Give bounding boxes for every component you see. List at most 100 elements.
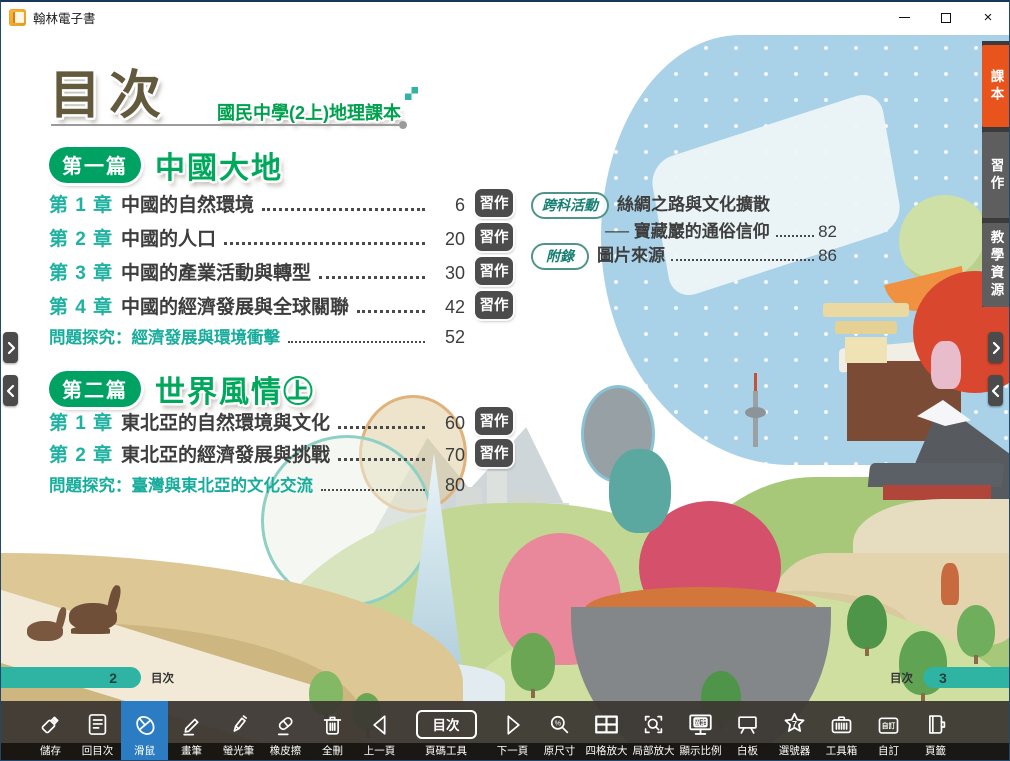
pen-tool-button[interactable]: 畫筆 <box>168 701 215 760</box>
tree-icon <box>957 605 995 657</box>
dot-leader <box>224 242 425 245</box>
flip-prev-button-right[interactable] <box>988 375 1003 406</box>
minimize-button[interactable] <box>883 2 925 33</box>
explore-title: 問題探究：經濟發展與環境衝擊 <box>49 324 280 348</box>
page-label-left: 目次 <box>151 670 174 686</box>
flip-next-button-right[interactable] <box>988 332 1003 363</box>
appendix-badge: 附錄 <box>531 243 589 270</box>
toc-row[interactable]: 第 3 章 中國的產業活動與轉型 30 <box>49 258 465 285</box>
tab-textbook[interactable]: 課本 <box>982 45 1009 127</box>
chapter-title: 中國的自然環境 <box>121 190 254 217</box>
delete-all-button[interactable]: 全刪 <box>309 701 356 760</box>
chapter-number: 第 2 章 <box>49 440 121 467</box>
display-ratio-button[interactable]: 固定 顯示比例 <box>677 701 724 760</box>
explore-title: 問題探究：臺灣與東北亞的文化交流 <box>49 472 313 496</box>
region-zoom-button[interactable]: 局部放大 <box>630 701 677 760</box>
prev-page-button[interactable]: 上一頁 <box>356 701 403 760</box>
page-number: 60 <box>431 413 465 434</box>
illu-kimono-figure <box>931 341 961 389</box>
toc-row-explore[interactable]: 問題探究：經濟發展與環境衝擊 52 <box>49 324 465 348</box>
workbook-badge[interactable]: 習作 <box>475 223 513 251</box>
chapter-title: 東北亞的經濟發展與挑戰 <box>121 440 330 467</box>
page-tab-button[interactable]: 頁籤 <box>912 701 959 760</box>
current-page-button[interactable]: 目次 <box>416 710 477 739</box>
chevron-right-icon <box>6 341 16 355</box>
page-number: 30 <box>431 263 465 284</box>
custom-box-icon: 自訂 <box>875 705 902 744</box>
extra-title: 圖片來源 <box>597 241 665 266</box>
toc-list-icon <box>84 705 111 744</box>
pencil-icon <box>178 705 205 744</box>
chapter-number: 第 2 章 <box>49 224 121 251</box>
minimize-icon <box>899 17 910 18</box>
section-2-badge: 第二篇 <box>49 371 141 407</box>
illu-hiker <box>941 563 959 605</box>
close-icon: × <box>984 10 993 25</box>
chevron-right-icon <box>991 341 1001 355</box>
section-1-badge: 第一篇 <box>49 147 141 183</box>
toc-row[interactable]: 第 2 章 中國的人口 20 <box>49 224 465 251</box>
page-number-tool-button[interactable]: 目次 頁碼工具 <box>403 701 489 760</box>
chapter-number: 第 1 章 <box>49 408 121 435</box>
toc-row-explore[interactable]: 問題探究：臺灣與東北亞的文化交流 80 <box>49 472 465 496</box>
chapter-number: 第 1 章 <box>49 190 121 217</box>
page-number: 86 <box>818 246 837 266</box>
whiteboard-button[interactable]: 白板 <box>724 701 771 760</box>
flip-prev-button-left[interactable] <box>3 375 18 406</box>
page-number: 20 <box>431 229 465 250</box>
toc-row[interactable]: 第 1 章 東北亞的自然環境與文化 60 <box>49 408 465 435</box>
tree-icon <box>511 633 555 691</box>
toolbox-button[interactable]: 工具箱 <box>818 701 865 760</box>
workbook-badge[interactable]: 習作 <box>475 407 513 435</box>
app-window: 翰林電子書 × <box>0 0 1010 761</box>
illu-seoul-tower-disc <box>745 407 766 418</box>
dot-leader <box>671 259 814 261</box>
workbook-badge[interactable]: 習作 <box>475 291 513 319</box>
back-to-toc-button[interactable]: 回目次 <box>74 701 121 760</box>
cross-activity-badge: 跨科活動 <box>531 192 609 219</box>
extra-row-cross-activity-line2[interactable]: ── 寶藏巖的通俗信仰 82 <box>605 217 837 242</box>
tab-workbook[interactable]: 習作 <box>982 132 1009 218</box>
toc-row[interactable]: 第 2 章 東北亞的經濟發展與挑戰 70 <box>49 440 465 467</box>
chapter-number: 第 4 章 <box>49 292 121 319</box>
maximize-button[interactable] <box>925 2 967 33</box>
maximize-icon <box>941 13 951 23</box>
dot-leader <box>357 310 425 313</box>
highlighter-tool-button[interactable]: 螢光筆 <box>215 701 262 760</box>
original-size-button[interactable]: % 原尺寸 <box>536 701 583 760</box>
svg-text:自訂: 自訂 <box>882 721 896 730</box>
illu-kimchi-figure-teal <box>609 449 671 533</box>
triangle-right-icon <box>499 705 527 744</box>
eraser-tool-button[interactable]: 橡皮擦 <box>262 701 309 760</box>
dot-leader <box>319 276 425 279</box>
titlebar: 翰林電子書 × <box>1 2 1009 33</box>
workbook-badge[interactable]: 習作 <box>475 189 513 217</box>
next-page-button[interactable]: 下一頁 <box>489 701 536 760</box>
close-button[interactable]: × <box>967 2 1009 33</box>
title-divider <box>51 124 399 126</box>
four-grid-zoom-button[interactable]: 四格放大 <box>583 701 630 760</box>
ebook-page: 目次 國民中學(2上)地理課本 第一篇 中國大地 第 1 章 中國的自然環境 6… <box>1 35 1009 760</box>
custom-button[interactable]: 自訂 自訂 <box>865 701 912 760</box>
section-1-name: 中國大地 <box>155 143 283 187</box>
extra-row-appendix[interactable]: 附錄 圖片來源 86 <box>531 241 837 270</box>
workbook-badge[interactable]: 習作 <box>475 257 513 285</box>
page-number-pill-left: 2 <box>1 667 141 688</box>
chapter-title: 中國的人口 <box>121 224 216 251</box>
page-number-pill-right: 3 <box>923 667 1009 688</box>
mouse-tool-button[interactable]: 滑鼠 <box>121 701 168 760</box>
illu-seoul-tower-antenna <box>754 373 757 393</box>
extra-subtitle: ── 寶藏巖的通俗信仰 <box>605 217 770 242</box>
dot-leader <box>288 341 425 343</box>
extra-row-cross-activity[interactable]: 跨科活動 絲綢之路與文化擴散 <box>531 190 770 219</box>
toc-row[interactable]: 第 1 章 中國的自然環境 6 <box>49 190 465 217</box>
number-picker-button[interactable]: 7 選號器 <box>771 701 818 760</box>
toc-row[interactable]: 第 4 章 中國的經濟發展與全球關聯 42 <box>49 292 465 319</box>
workbook-badge[interactable]: 習作 <box>475 439 513 467</box>
page-number: 80 <box>431 475 465 496</box>
flip-next-button-left[interactable] <box>3 332 18 363</box>
tab-teaching-resources[interactable]: 教學資源 <box>982 223 1009 307</box>
save-button[interactable]: 儲存 <box>27 701 74 760</box>
chevron-left-icon <box>991 384 1001 398</box>
section-2-name: 世界風情㊤ <box>155 367 315 411</box>
